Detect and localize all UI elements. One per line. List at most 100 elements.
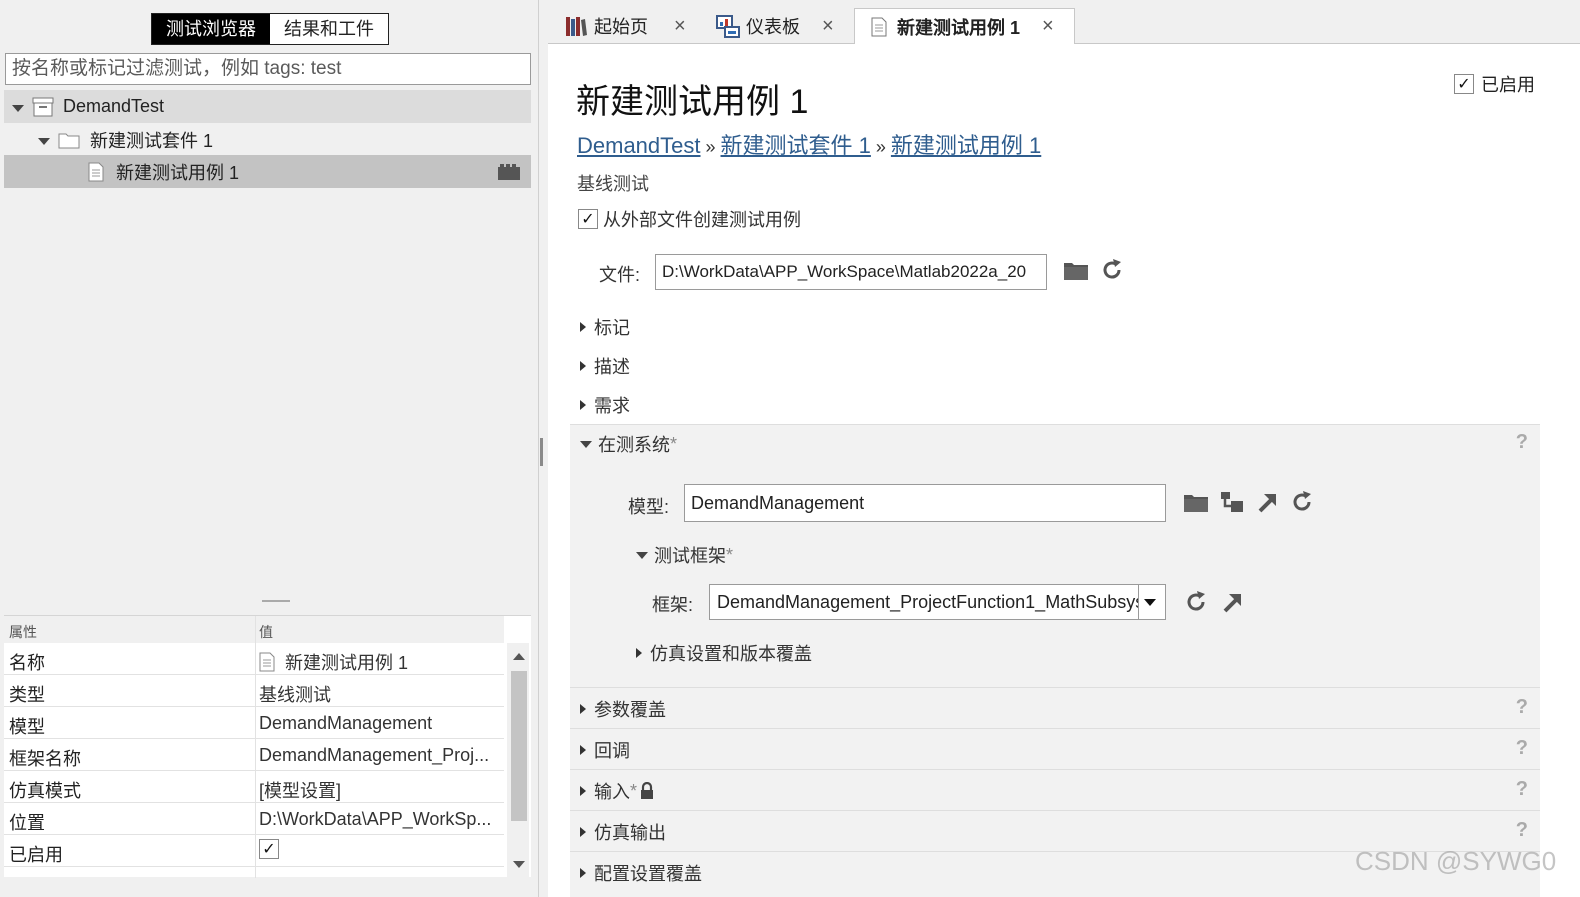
table-row[interactable]: 框架名称 DemandManagement_Proj... [4,739,504,771]
close-icon[interactable]: × [822,15,834,38]
table-row[interactable]: 已启用 ✓ [4,835,504,867]
refresh-icon[interactable] [1289,489,1315,515]
filter-input[interactable] [5,53,531,85]
harness-icon[interactable] [497,163,521,181]
refresh-icon[interactable] [1099,257,1125,283]
expand-caret-icon[interactable] [38,129,50,150]
section-header[interactable]: 仿真输出 [580,819,666,845]
open-model-icon[interactable] [1254,489,1280,515]
properties-scrollbar[interactable] [507,643,529,878]
expand-caret-icon[interactable] [580,400,586,410]
close-icon[interactable]: × [674,15,686,38]
breadcrumb-link-suite[interactable]: 新建测试套件 1 [721,133,871,158]
tab-label: 仪表板 [746,17,800,37]
scroll-up-icon[interactable] [513,653,525,660]
tab-dashboard[interactable]: 仪表板 × [716,8,851,44]
sim-settings-subsection[interactable]: 仿真设置和版本覆盖 [636,640,812,666]
section-inputs[interactable]: 输入 * ? [570,769,1540,810]
expand-caret-icon[interactable] [580,827,586,837]
help-icon[interactable]: ? [1516,737,1528,760]
collapse-caret-icon[interactable] [636,551,648,559]
section-sim-outputs[interactable]: 仿真输出 ? [570,810,1540,851]
close-icon[interactable]: × [1042,15,1054,38]
open-harness-icon[interactable] [1219,589,1245,615]
view-toggle: 测试浏览器 结果和工件 [151,13,389,45]
expand-caret-icon[interactable] [580,745,586,755]
model-field[interactable] [684,484,1166,522]
lock-icon [639,782,655,800]
test-browser-pane: 测试浏览器 结果和工件 DemandTest 新建测试套件 1 新建测试用例 1 [0,0,540,897]
expand-caret-icon[interactable] [580,786,586,796]
pane-splitter-handle[interactable] [262,600,290,602]
section-title: 标记 [594,318,630,338]
section-header[interactable]: 回调 [580,737,630,763]
property-name: 仿真模式 [9,781,81,801]
open-folder-icon[interactable] [1063,257,1089,283]
expand-caret-icon[interactable] [12,96,24,117]
section-tags[interactable]: 标记 [580,314,630,340]
file-path-field[interactable] [655,254,1047,290]
enabled-checkbox[interactable]: ✓ [259,839,279,859]
property-name: 位置 [9,813,45,833]
section-header[interactable]: 配置设置覆盖 [580,860,702,886]
tab-test-case[interactable]: 新建测试用例 1 × [854,8,1075,44]
external-file-label: 从外部文件创建测试用例 [603,210,801,230]
section-title: 在测系统 [598,435,670,455]
help-icon[interactable]: ? [1516,778,1528,801]
collapse-caret-icon[interactable] [580,440,592,448]
enabled-checkbox[interactable]: ✓ [1454,74,1474,94]
vertical-splitter-handle[interactable] [540,438,543,466]
scroll-down-icon[interactable] [513,861,525,868]
harness-dropdown[interactable]: DemandManagement_ProjectFunction1_MathSu… [709,584,1166,620]
use-current-model-icon[interactable] [1219,489,1245,515]
table-row[interactable]: 类型 基线测试 [4,675,504,707]
tree-item-test-file[interactable]: DemandTest [4,90,531,123]
required-mark: * [726,544,734,565]
table-row[interactable]: 模型 DemandManagement [4,707,504,739]
section-header[interactable]: 输入 * [580,778,655,804]
external-file-checkbox[interactable]: ✓ [578,209,598,229]
chevron-down-icon[interactable] [1138,585,1160,619]
section-title: 输入 [594,782,630,802]
enabled-toggle[interactable]: ✓ 已启用 [1454,71,1535,97]
expand-caret-icon[interactable] [580,361,586,371]
expand-caret-icon[interactable] [580,704,586,714]
scroll-thumb[interactable] [511,671,527,821]
section-parameter-overrides[interactable]: 参数覆盖 ? [570,687,1540,728]
help-icon[interactable]: ? [1516,696,1528,719]
tree-item-test-case[interactable]: 新建测试用例 1 [4,155,531,188]
expand-caret-icon[interactable] [580,322,586,332]
harness-label: 框架: [652,595,694,615]
header-value: 值 [259,624,273,640]
table-row[interactable]: 仿真模式 [模型设置] [4,771,504,803]
section-header-sut[interactable]: 在测系统 * [580,431,677,457]
help-icon[interactable]: ? [1516,431,1528,454]
property-name: 类型 [9,685,45,705]
table-row[interactable]: 名称 新建测试用例 1 [4,643,504,675]
property-name: 模型 [9,717,45,737]
properties-table: 属性 值 名称 新建测试用例 1 类型 基线测试 模型 DemandManage… [4,615,531,878]
section-requirements[interactable]: 需求 [580,392,630,418]
test-browser-tab[interactable]: 测试浏览器 [152,14,270,44]
property-name: 框架名称 [9,749,81,769]
refresh-icon[interactable] [1183,589,1209,615]
results-artifacts-tab[interactable]: 结果和工件 [270,14,388,44]
expand-caret-icon[interactable] [580,868,586,878]
section-callbacks[interactable]: 回调 ? [570,728,1540,769]
section-header[interactable]: 参数覆盖 [580,696,666,722]
browse-model-icon[interactable] [1183,489,1209,515]
harness-subsection-header[interactable]: 测试框架 * [636,542,733,568]
tab-start-page[interactable]: 起始页 × [564,8,714,44]
external-file-option[interactable]: ✓ 从外部文件创建测试用例 [578,206,801,232]
section-description[interactable]: 描述 [580,353,630,379]
breadcrumb-link-case[interactable]: 新建测试用例 1 [891,133,1041,158]
section-title: 需求 [594,396,630,416]
expand-caret-icon[interactable] [636,648,642,658]
breadcrumb-link-file[interactable]: DemandTest [577,133,701,158]
tree-label: 新建测试套件 1 [90,130,214,151]
test-type-label: 基线测试 [577,174,649,194]
table-row[interactable]: 位置 D:\WorkData\APP_WorkSp... [4,803,504,835]
help-icon[interactable]: ? [1516,819,1528,842]
tree-item-test-suite[interactable]: 新建测试套件 1 [4,123,531,156]
section-title: 仿真输出 [594,823,666,843]
